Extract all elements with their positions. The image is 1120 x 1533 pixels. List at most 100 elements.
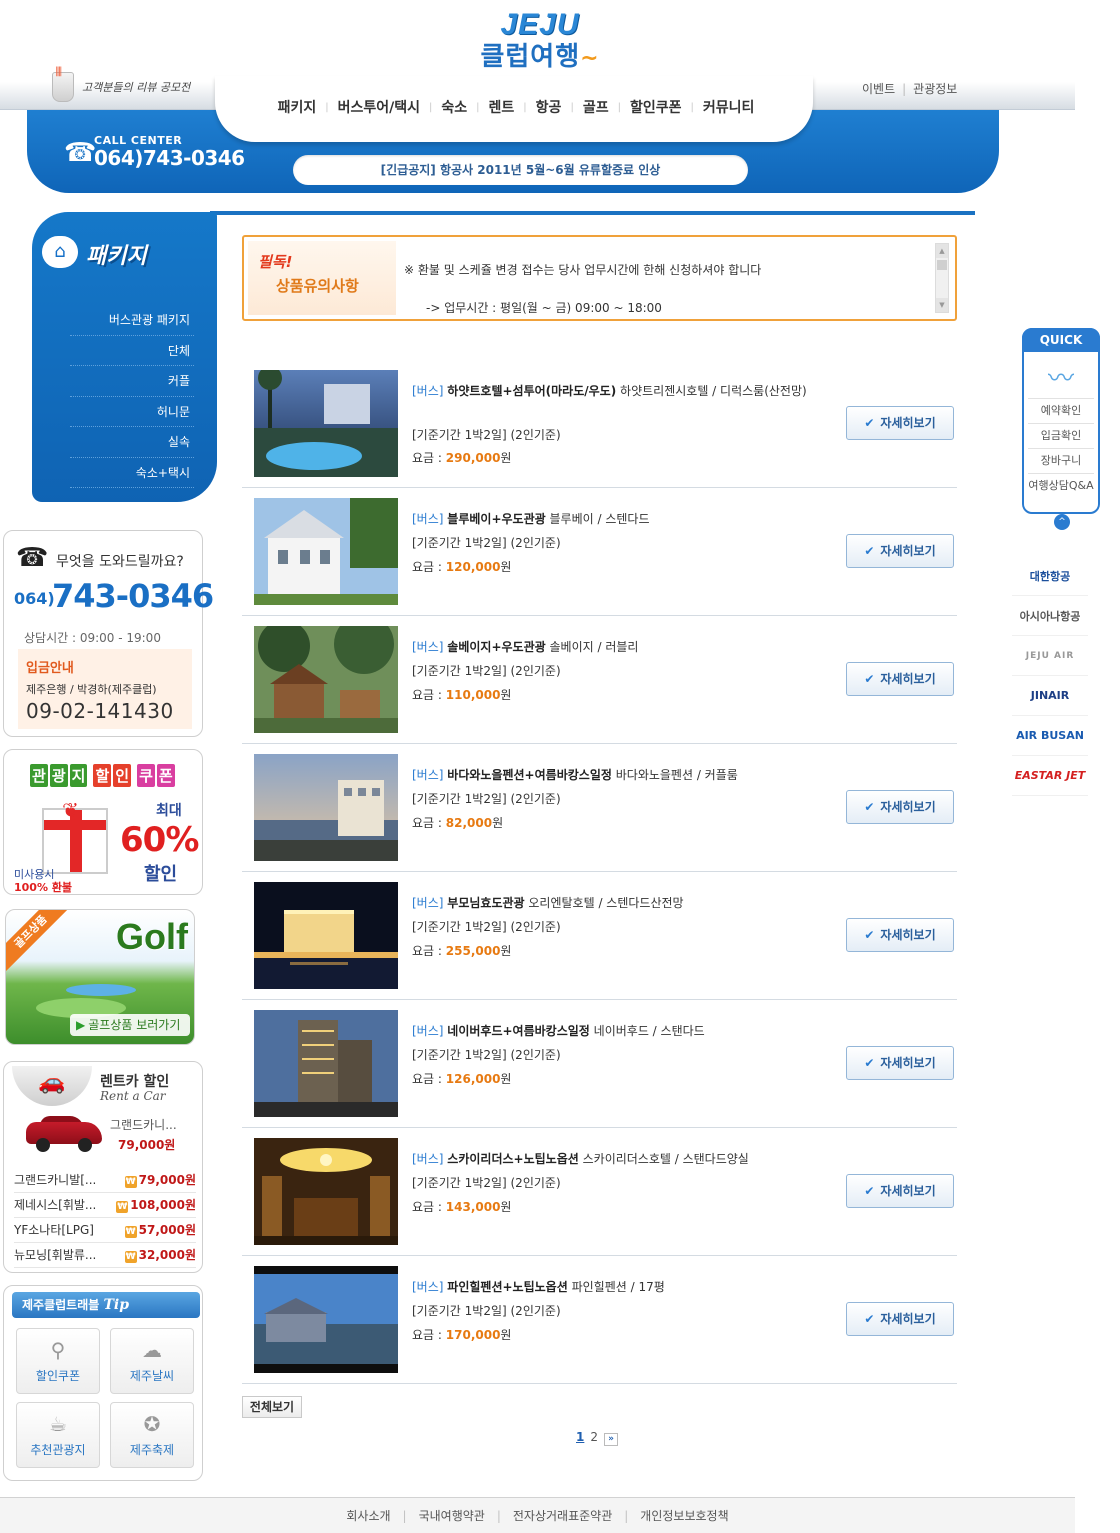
detail-button[interactable]: ✔ 자세히보기 [846,406,954,440]
airline-korean-air[interactable]: 대한항공 [1012,556,1088,596]
gift-box-icon: ❦ [42,798,108,874]
package-menu-title: ⌂ 패키지 [42,236,192,270]
sidebar-item-honeymoon[interactable]: 허니문 [70,397,194,427]
product-period: [기준기간 1박2일] (2인기준) [412,536,561,550]
product-thumbnail[interactable] [254,498,398,605]
tip-tile-festival[interactable]: ✪ 제주축제 [110,1402,194,1468]
nav-air[interactable]: 항공 [534,97,564,117]
phone-handset-icon: ☎ [64,138,97,168]
won-icon: ₩ [124,1176,137,1188]
deposit-info: 입금안내 제주은행 / 박경하(제주클럽) 09-02-141430 [18,649,192,729]
detail-button[interactable]: ✔ 자세히보기 [846,534,954,568]
golf-ribbon: 골프상품 [6,910,70,971]
list-item[interactable]: YF소나타[LPG] ₩57,000원 [14,1218,196,1243]
detail-button[interactable]: ✔ 자세히보기 [846,790,954,824]
play-arrow-icon: ▶ [76,1018,86,1032]
quick-item-qna[interactable]: 여행상담Q&A [1028,473,1094,497]
airline-eastar-jet[interactable]: EASTAR JET [1012,756,1088,796]
product-thumbnail[interactable] [254,370,398,477]
nav-package[interactable]: 패키지 [276,97,319,117]
package-house-icon: ⌂ [42,236,78,268]
next-page-icon[interactable]: » [604,1433,618,1446]
check-icon: ✔ [864,1056,875,1070]
footer-link-company[interactable]: 회사소개 [346,1507,390,1524]
golf-banner[interactable]: 골프상품 Golf ▶ 골프상품 보러가기 [5,909,195,1045]
footer-link-ecommerce-terms[interactable]: 전자상거래표준약관 [513,1507,612,1524]
detail-button[interactable]: ✔ 자세히보기 [846,1302,954,1336]
site-logo[interactable]: JEJU 클럽여행~ [455,10,625,82]
sidebar-item-bus-package[interactable]: 버스관광 패키지 [70,305,194,336]
coupon-percent: 60% [120,820,199,860]
product-period: [기준기간 1박2일] (2인기준) [412,1176,561,1190]
quick-item-cart[interactable]: 장바구니 [1028,448,1094,472]
featured-car-model[interactable]: 그랜드카니... [110,1116,177,1133]
call-center-number: 064)743-0346 [94,146,245,170]
airline-jinair[interactable]: JINAIR [1012,676,1088,716]
sidebar-item-group[interactable]: 단체 [70,336,194,366]
notice-line-2: -> 업무시간 : 평일(월 ~ 금) 09:00 ~ 18:00 [426,301,662,315]
view-all-button[interactable]: 전체보기 [242,1396,302,1418]
product-thumbnail[interactable] [254,1266,398,1373]
footer-link-travel-terms[interactable]: 국내여행약관 [419,1507,485,1524]
nav-rent[interactable]: 렌트 [487,97,517,117]
product-title[interactable]: [버스] 하얏트호텔+섬투어(마라도/우도) 하얏트리젠시호텔 / 디럭스룸(산… [412,382,842,401]
util-link-tour-info[interactable]: 관광정보 [913,82,957,96]
product-thumbnail[interactable] [254,1138,398,1245]
list-item[interactable]: 제네시스[휘발... ₩108,000원 [14,1193,196,1218]
product-thumbnail[interactable] [254,754,398,861]
product-thumbnail[interactable] [254,1010,398,1117]
sidebar-item-couple[interactable]: 커플 [70,366,194,397]
tip-tile-weather[interactable]: ☁ 제주날씨 [110,1328,194,1394]
airline-asiana[interactable]: 아시아나항공 [1012,596,1088,636]
deposit-title: 입금안내 [26,661,74,676]
product-thumbnail[interactable] [254,626,398,733]
scroll-up-icon[interactable]: ▲ [936,244,948,258]
product-period: [기준기간 1박2일] (2인기준) [412,1304,561,1318]
page-2[interactable]: 2 [590,1430,598,1444]
page-1[interactable]: 1 [576,1430,584,1444]
scroll-thumb[interactable] [937,260,947,270]
utility-links: 이벤트 | 관광정보 [862,80,982,96]
urgent-notice[interactable]: [긴급공지] 항공사 2011년 5월~6월 유류할증료 인상 [293,155,748,185]
nav-bus-taxi[interactable]: 버스투어/택시 [336,97,422,117]
detail-button[interactable]: ✔ 자세히보기 [846,662,954,696]
airline-jeju-air[interactable]: JEJU AIR [1012,636,1088,676]
review-contest-text: 고객분들의 리뷰 공모전 [82,81,191,94]
list-item[interactable]: 그랜드카니발[... ₩79,000원 [14,1168,196,1193]
util-link-event[interactable]: 이벤트 [862,82,895,96]
product-title[interactable]: [버스] 네이버후드+여름바캉스일정 네이버후드 / 스탠다드 [412,1022,842,1041]
scroll-top-icon[interactable]: ^ [1054,514,1070,530]
quick-item-reservation[interactable]: 예약확인 [1028,398,1094,422]
nav-coupon[interactable]: 할인쿠폰 [628,97,684,117]
notice-scrollbar[interactable]: ▲ ▼ [935,243,949,313]
product-title[interactable]: [버스] 블루베이+우도관광 블루베이 / 스텐다드 [412,510,842,529]
tip-tile-attractions[interactable]: ☕ 추천관광지 [16,1402,100,1468]
scroll-down-icon[interactable]: ▼ [936,298,948,312]
product-title[interactable]: [버스] 바다와노을펜션+여름바캉스일정 바다와노을펜션 / 커플룸 [412,766,842,785]
footer-links: 회사소개 | 국내여행약관 | 전자상거래표준약관 | 개인정보보호정책 [0,1497,1075,1533]
nav-golf[interactable]: 골프 [581,97,611,117]
product-thumbnail[interactable] [254,882,398,989]
detail-button[interactable]: ✔ 자세히보기 [846,1046,954,1080]
nav-lodging[interactable]: 숙소 [439,97,469,117]
sidebar-item-budget[interactable]: 실속 [70,427,194,458]
product-title[interactable]: [버스] 파인힐펜션+노팁노옵션 파인힐펜션 / 17평 [412,1278,842,1297]
review-contest-banner[interactable]: |||| 고객분들의 리뷰 공모전 [48,66,208,104]
product-title[interactable]: [버스] 솔베이지+우도관광 솔베이지 / 러블리 [412,638,842,657]
nav-community[interactable]: 커뮤니티 [701,97,757,117]
coupon-banner[interactable]: 관 광 지 할 인 쿠 폰 ❦ 최대 60% 할인 미사용시 100% 환불 [3,749,203,895]
deposit-bank: 제주은행 / 박경하(제주클럽) [26,683,157,696]
golf-link-button[interactable]: ▶ 골프상품 보러가기 [70,1014,190,1036]
footer-link-privacy[interactable]: 개인정보보호정책 [640,1507,728,1524]
product-title[interactable]: [버스] 부모님효도관광 오리엔탈호텔 / 스텐다드산전망 [412,894,842,913]
tip-tile-coupon[interactable]: ⚲ 할인쿠폰 [16,1328,100,1394]
airline-air-busan[interactable]: AIR BUSAN [1012,716,1088,756]
featured-car-image[interactable] [26,1114,102,1152]
detail-button[interactable]: ✔ 자세히보기 [846,1174,954,1208]
product-title[interactable]: [버스] 스카이리더스+노팁노옵션 스카이리더스호텔 / 스탠다드양실 [412,1150,842,1169]
list-item[interactable]: 뉴모닝[휘발류... ₩32,000원 [14,1243,196,1268]
sidebar-item-lodging-taxi[interactable]: 숙소+택시 [70,458,194,488]
quick-item-deposit[interactable]: 입금확인 [1028,423,1094,447]
won-icon: ₩ [116,1201,129,1213]
detail-button[interactable]: ✔ 자세히보기 [846,918,954,952]
